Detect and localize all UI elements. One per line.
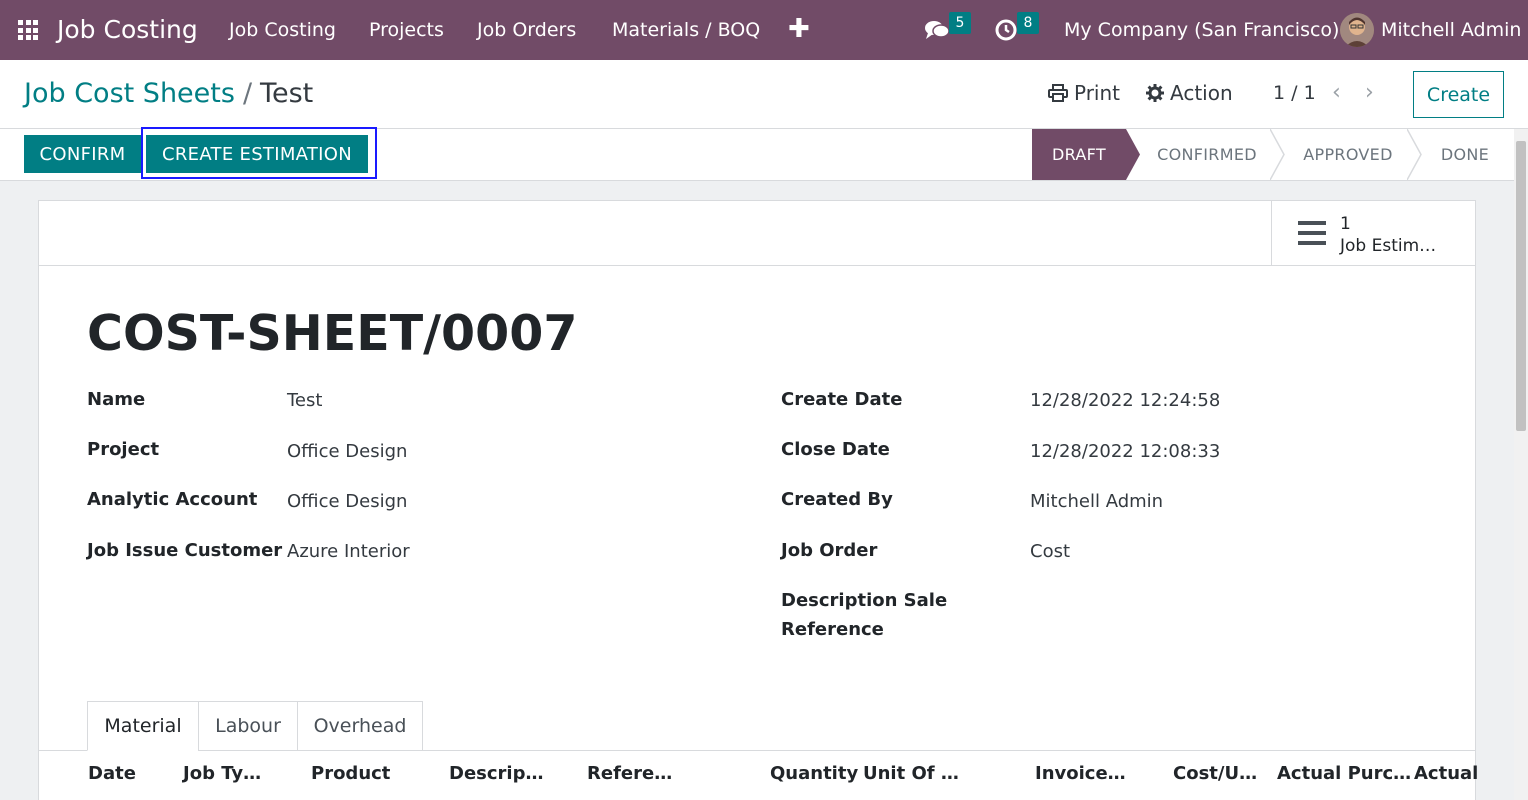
tab-material[interactable]: Material bbox=[87, 701, 199, 751]
scrollbar-thumb[interactable] bbox=[1516, 141, 1526, 431]
list-icon bbox=[1298, 221, 1326, 245]
name-label: Name bbox=[87, 389, 146, 410]
form-statusbar: CONFIRM CREATE ESTIMATION DRAFT CONFIRME… bbox=[0, 127, 1528, 181]
print-icon bbox=[1048, 84, 1068, 102]
tab-overhead[interactable]: Overhead bbox=[297, 701, 423, 751]
job-estimates-smart-button[interactable]: 1 Job Estim… bbox=[1271, 201, 1476, 266]
stage-approved[interactable]: APPROVED bbox=[1285, 129, 1411, 180]
breadcrumb-job-cost-sheets[interactable]: Job Cost Sheets bbox=[24, 78, 235, 109]
menu-projects[interactable]: Projects bbox=[369, 19, 444, 41]
stage-confirmed[interactable]: CONFIRMED bbox=[1142, 129, 1272, 180]
description-sale-label: Description Sale bbox=[781, 590, 948, 611]
column-description[interactable]: Descrip… bbox=[449, 763, 543, 784]
app-brand[interactable]: Job Costing bbox=[57, 15, 198, 44]
user-menu[interactable]: Mitchell Admin bbox=[1381, 19, 1521, 41]
apps-menu-icon[interactable] bbox=[18, 20, 38, 40]
action-label: Action bbox=[1170, 81, 1233, 105]
menu-job-costing[interactable]: Job Costing bbox=[229, 19, 336, 41]
job-order-label: Job Order bbox=[781, 540, 878, 561]
name-value[interactable]: Test bbox=[287, 386, 322, 415]
close-date-value[interactable]: 12/28/2022 12:08:33 bbox=[1030, 437, 1220, 466]
close-date-label: Close Date bbox=[781, 439, 890, 460]
create-date-label: Create Date bbox=[781, 389, 903, 410]
pager-value[interactable]: 1 / 1 bbox=[1273, 82, 1316, 104]
menu-job-orders[interactable]: Job Orders bbox=[477, 19, 576, 41]
gear-icon bbox=[1146, 84, 1164, 102]
column-actual-purchase[interactable]: Actual Purc… bbox=[1277, 763, 1411, 784]
activities-badge: 8 bbox=[1017, 12, 1039, 34]
company-switcher[interactable]: My Company (San Francisco) bbox=[1064, 19, 1339, 41]
control-panel: Job Cost Sheets / Test Print Action 1 / 1 … bbox=[0, 60, 1528, 129]
breadcrumb: Job Cost Sheets / Test bbox=[24, 78, 313, 109]
analytic-account-label: Analytic Account bbox=[87, 489, 258, 510]
pager-previous-icon[interactable]: ‹ bbox=[1332, 80, 1341, 105]
user-avatar[interactable] bbox=[1340, 13, 1374, 47]
smart-button-label: Job Estim… bbox=[1340, 236, 1437, 256]
highlight-box bbox=[141, 127, 377, 179]
reference-label: Reference bbox=[781, 619, 884, 640]
analytic-account-value[interactable]: Office Design bbox=[287, 487, 407, 516]
pager-next-icon[interactable]: › bbox=[1365, 80, 1374, 105]
column-invoice[interactable]: Invoice… bbox=[1035, 763, 1126, 784]
messages-badge: 5 bbox=[949, 12, 971, 34]
job-issue-customer-value[interactable]: Azure Interior bbox=[287, 537, 410, 566]
smart-button-count: 1 bbox=[1340, 214, 1351, 234]
created-by-value[interactable]: Mitchell Admin bbox=[1030, 487, 1163, 516]
column-product[interactable]: Product bbox=[311, 763, 390, 784]
print-label: Print bbox=[1074, 81, 1121, 105]
confirm-button[interactable]: CONFIRM bbox=[24, 135, 141, 173]
description-sale-value[interactable] bbox=[1030, 591, 1430, 620]
plus-icon[interactable]: ✚ bbox=[788, 14, 810, 44]
job-order-value[interactable]: Cost bbox=[1030, 537, 1070, 566]
column-reference[interactable]: Refere… bbox=[587, 763, 672, 784]
top-navbar: Job Costing Job Costing Projects Job Ord… bbox=[0, 0, 1528, 60]
tab-labour[interactable]: Labour bbox=[198, 701, 298, 751]
menu-materials-boq[interactable]: Materials / BOQ bbox=[612, 19, 760, 41]
form-sheet: 1 Job Estim… COST-SHEET/0007 Name Test P… bbox=[38, 200, 1478, 800]
stage-done[interactable]: DONE bbox=[1424, 129, 1506, 180]
created-by-label: Created By bbox=[781, 489, 893, 510]
breadcrumb-current: Test bbox=[260, 78, 314, 109]
job-issue-customer-label: Job Issue Customer bbox=[87, 540, 283, 561]
column-actual[interactable]: Actual bbox=[1414, 763, 1478, 784]
smart-button-box: 1 Job Estim… bbox=[39, 201, 1475, 266]
vertical-scrollbar[interactable] bbox=[1514, 129, 1528, 800]
column-cost-unit[interactable]: Cost/U… bbox=[1173, 763, 1257, 784]
column-date[interactable]: Date bbox=[88, 763, 136, 784]
project-label: Project bbox=[87, 439, 160, 460]
column-unit-of-measure[interactable]: Unit Of … bbox=[863, 763, 959, 784]
create-button[interactable]: Create bbox=[1413, 71, 1504, 118]
create-date-value[interactable]: 12/28/2022 12:24:58 bbox=[1030, 386, 1220, 415]
column-quantity[interactable]: Quantity bbox=[770, 763, 858, 784]
action-button[interactable]: Action bbox=[1146, 81, 1233, 105]
print-button[interactable]: Print bbox=[1048, 81, 1120, 105]
stage-draft[interactable]: DRAFT bbox=[1032, 129, 1126, 180]
breadcrumb-separator: / bbox=[242, 78, 253, 109]
record-title: COST-SHEET/0007 bbox=[87, 305, 578, 362]
messages-icon[interactable] bbox=[924, 18, 950, 42]
project-value[interactable]: Office Design bbox=[287, 437, 407, 466]
column-job-type[interactable]: Job Ty… bbox=[183, 763, 261, 784]
